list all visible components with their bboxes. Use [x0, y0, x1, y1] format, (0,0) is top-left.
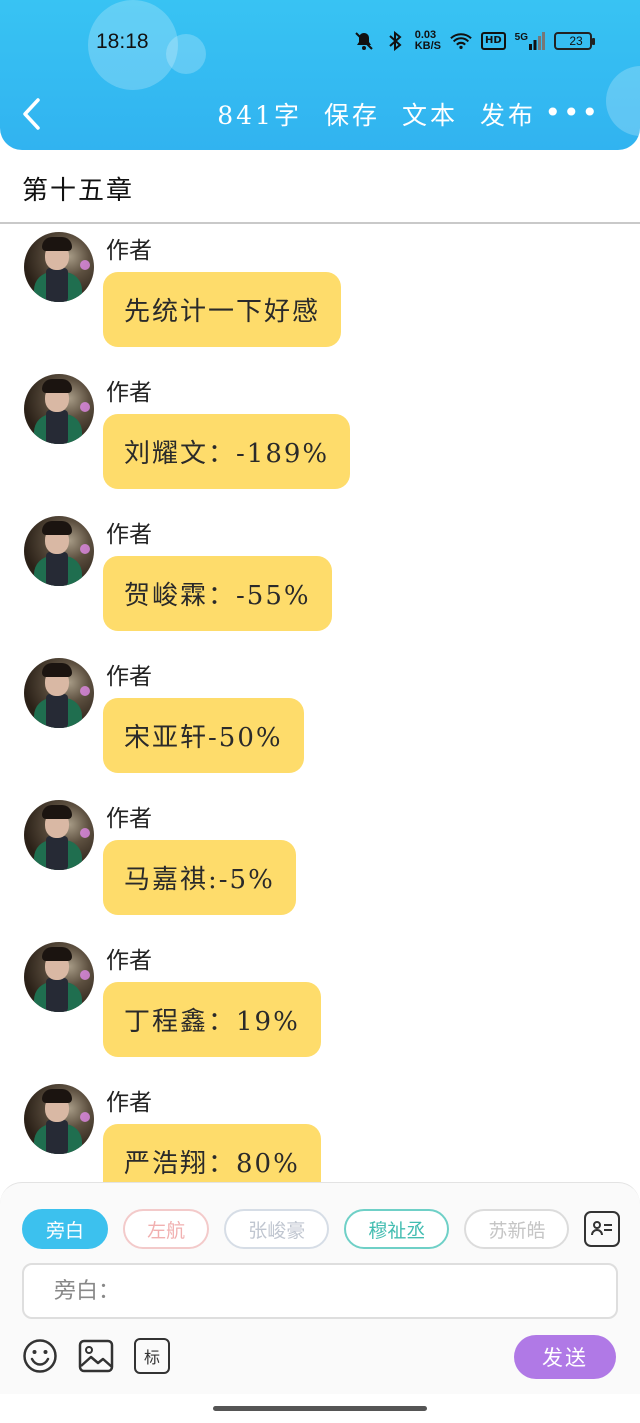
author-name: 作者	[106, 238, 152, 264]
role-chip[interactable]: 左航	[123, 1209, 210, 1249]
home-indicator[interactable]	[213, 1406, 427, 1411]
save-button[interactable]: 保存	[324, 96, 380, 132]
avatar[interactable]	[24, 232, 94, 302]
author-name: 作者	[106, 522, 152, 548]
message-item[interactable]: 作者 丁程鑫：19%	[0, 939, 640, 1081]
avatar[interactable]	[24, 942, 94, 1012]
chapter-bar: 第十五章	[0, 150, 640, 224]
signal-label: 5G	[514, 32, 528, 43]
image-icon	[78, 1339, 114, 1373]
signal-icon: 5G	[515, 32, 545, 50]
role-chip[interactable]: 张峻豪	[224, 1209, 330, 1249]
avatar[interactable]	[24, 658, 94, 728]
status-bar: 18:18 0.03 KB/S HD 5G 23	[0, 0, 640, 84]
chapter-title[interactable]: 第十五章	[22, 170, 134, 207]
net-speed: 0.03 KB/S	[415, 30, 441, 52]
avatar[interactable]	[24, 516, 94, 586]
bluetooth-icon	[384, 30, 406, 52]
status-time: 18:18	[96, 30, 149, 53]
word-count: 841字	[217, 101, 302, 130]
battery-level: 23	[569, 34, 583, 48]
back-button[interactable]	[20, 92, 60, 136]
message-item[interactable]: 作者 严浩翔：80%	[0, 1081, 640, 1184]
toolbar-actions: 841字 保存 文本 发布	[217, 96, 536, 132]
author-name: 作者	[106, 664, 152, 690]
role-chip[interactable]: 苏新皓	[464, 1209, 570, 1249]
send-button[interactable]: 发送	[514, 1335, 616, 1379]
composer-panel: 旁白 左航 张峻豪 穆祉丞 苏新皓 标 发送	[0, 1182, 640, 1394]
editor-toolbar: 841字 保存 文本 发布 •••	[0, 84, 640, 144]
net-speed-unit: KB/S	[414, 40, 441, 52]
wifi-icon	[450, 30, 472, 52]
more-button[interactable]: •••	[544, 98, 600, 128]
message-item[interactable]: 作者 先统计一下好感	[0, 229, 640, 371]
message-item[interactable]: 作者 宋亚轩-50%	[0, 655, 640, 797]
text-button[interactable]: 文本	[402, 96, 458, 132]
message-input-box[interactable]	[22, 1263, 618, 1319]
author-name: 作者	[106, 806, 152, 832]
emoji-button[interactable]	[22, 1338, 58, 1374]
composer-tools: 标	[22, 1338, 170, 1374]
author-name: 作者	[106, 948, 152, 974]
avatar[interactable]	[24, 1084, 94, 1154]
message-bubble[interactable]: 贺峻霖：-55%	[103, 556, 332, 631]
publish-button[interactable]: 发布	[480, 96, 536, 132]
message-bubble[interactable]: 刘耀文：-189%	[103, 414, 351, 489]
image-button[interactable]	[78, 1338, 114, 1374]
message-bubble[interactable]: 丁程鑫：19%	[103, 982, 321, 1057]
avatar[interactable]	[24, 374, 94, 444]
tag-button[interactable]: 标	[134, 1338, 170, 1374]
message-bubble[interactable]: 马嘉祺:-5%	[103, 840, 296, 915]
author-name: 作者	[106, 1090, 152, 1116]
message-bubble[interactable]: 先统计一下好感	[103, 272, 342, 347]
role-chips[interactable]: 旁白 左航 张峻豪 穆祉丞 苏新皓	[22, 1209, 570, 1251]
top-header: 18:18 0.03 KB/S HD 5G 23 841字 保存 文本 发布 •…	[0, 0, 640, 150]
message-item[interactable]: 作者 贺峻霖：-55%	[0, 513, 640, 655]
message-bubble[interactable]: 严浩翔：80%	[103, 1124, 321, 1184]
role-manager-button[interactable]	[584, 1211, 620, 1247]
emoji-icon	[23, 1339, 57, 1373]
role-chip[interactable]: 穆祉丞	[344, 1209, 450, 1249]
author-name: 作者	[106, 380, 152, 406]
message-list[interactable]: 作者 先统计一下好感 作者 刘耀文：-189% 作者 贺峻霖：-55% 作者 宋…	[0, 226, 640, 1184]
hd-badge: HD	[480, 32, 506, 50]
chevron-left-icon	[23, 98, 40, 130]
mute-bell-icon	[353, 30, 375, 52]
status-icons: 0.03 KB/S HD 5G 23	[353, 30, 595, 52]
avatar[interactable]	[24, 800, 94, 870]
message-bubble[interactable]: 宋亚轩-50%	[103, 698, 304, 773]
message-item[interactable]: 作者 刘耀文：-189%	[0, 371, 640, 513]
message-input[interactable]	[54, 1278, 616, 1304]
battery-icon: 23	[554, 32, 595, 50]
role-chip-narrator[interactable]: 旁白	[22, 1209, 109, 1249]
message-item[interactable]: 作者 马嘉祺:-5%	[0, 797, 640, 939]
contact-card-icon	[591, 1221, 612, 1236]
